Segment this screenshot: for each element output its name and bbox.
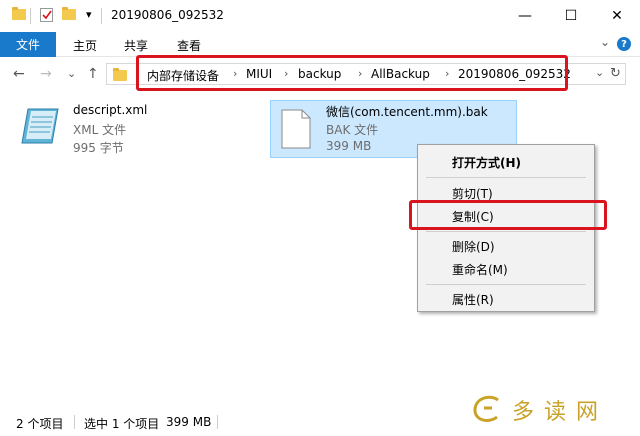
menu-item-rename[interactable]: 重命名(M) [452, 261, 508, 278]
refresh-icon[interactable]: ↻ [610, 66, 621, 81]
menu-separator [426, 177, 586, 178]
ribbon: 文件 主页 共享 查看 ⌄ ? [0, 32, 640, 57]
item-count: 2 个项目 [16, 417, 64, 431]
menu-item-properties[interactable]: 属性(R) [452, 291, 494, 308]
minimize-icon: — [518, 8, 532, 24]
copy-highlight-box [409, 200, 607, 230]
selection-count: 选中 1 个项目 [84, 417, 160, 431]
file-name[interactable]: descript.xml [73, 103, 147, 117]
forward-icon[interactable]: → [40, 66, 52, 82]
help-icon[interactable]: ? [617, 37, 631, 51]
maximize-button[interactable]: ☐ [548, 0, 594, 32]
menu-separator [426, 284, 586, 285]
collapse-ribbon-icon[interactable]: ⌄ [600, 35, 610, 49]
document-icon [281, 109, 311, 149]
folder-icon [12, 7, 26, 20]
file-name[interactable]: 微信(com.tencent.mm).bak [326, 103, 488, 120]
properties-icon[interactable] [40, 8, 53, 22]
selection-size: 399 MB [166, 415, 212, 429]
close-button[interactable]: ✕ [594, 0, 640, 32]
folder-icon [113, 68, 127, 81]
qat-dropdown-icon[interactable]: ▾ [86, 8, 92, 21]
watermark-text: 多读网 [512, 400, 609, 425]
up-icon[interactable]: ↑ [87, 66, 99, 82]
new-folder-icon[interactable] [62, 7, 76, 20]
address-dropdown-icon[interactable]: ⌄ [595, 66, 604, 79]
back-icon[interactable]: ← [13, 66, 25, 82]
watermark-logo: 多读网 [470, 390, 630, 430]
watermark-icon [473, 395, 499, 422]
title-bar: ▾ 20190806_092532 — ☐ ✕ [0, 0, 640, 32]
separator [217, 415, 218, 429]
window-title: 20190806_092532 [111, 8, 224, 22]
menu-item-delete[interactable]: 删除(D) [452, 238, 495, 255]
separator [30, 8, 31, 24]
file-type: XML 文件 [73, 123, 127, 137]
separator [101, 8, 102, 24]
minimize-button[interactable]: — [502, 0, 548, 32]
separator [74, 415, 75, 429]
menu-item-open-with[interactable]: 打开方式(H) [452, 154, 521, 171]
address-highlight-box [136, 55, 568, 91]
tab-view[interactable]: 查看 [177, 37, 201, 54]
tab-share[interactable]: 共享 [124, 37, 148, 54]
close-icon: ✕ [611, 8, 623, 24]
tab-file[interactable]: 文件 [0, 32, 56, 57]
file-size: 399 MB [326, 139, 372, 153]
maximize-icon: ☐ [564, 8, 578, 24]
notepad-icon [21, 108, 59, 144]
recent-locations-icon[interactable]: ⌄ [67, 67, 76, 80]
menu-separator [426, 231, 586, 232]
file-size: 995 字节 [73, 141, 124, 155]
list-item[interactable] [20, 103, 64, 147]
tab-home[interactable]: 主页 [73, 37, 97, 54]
file-type: BAK 文件 [326, 123, 379, 137]
